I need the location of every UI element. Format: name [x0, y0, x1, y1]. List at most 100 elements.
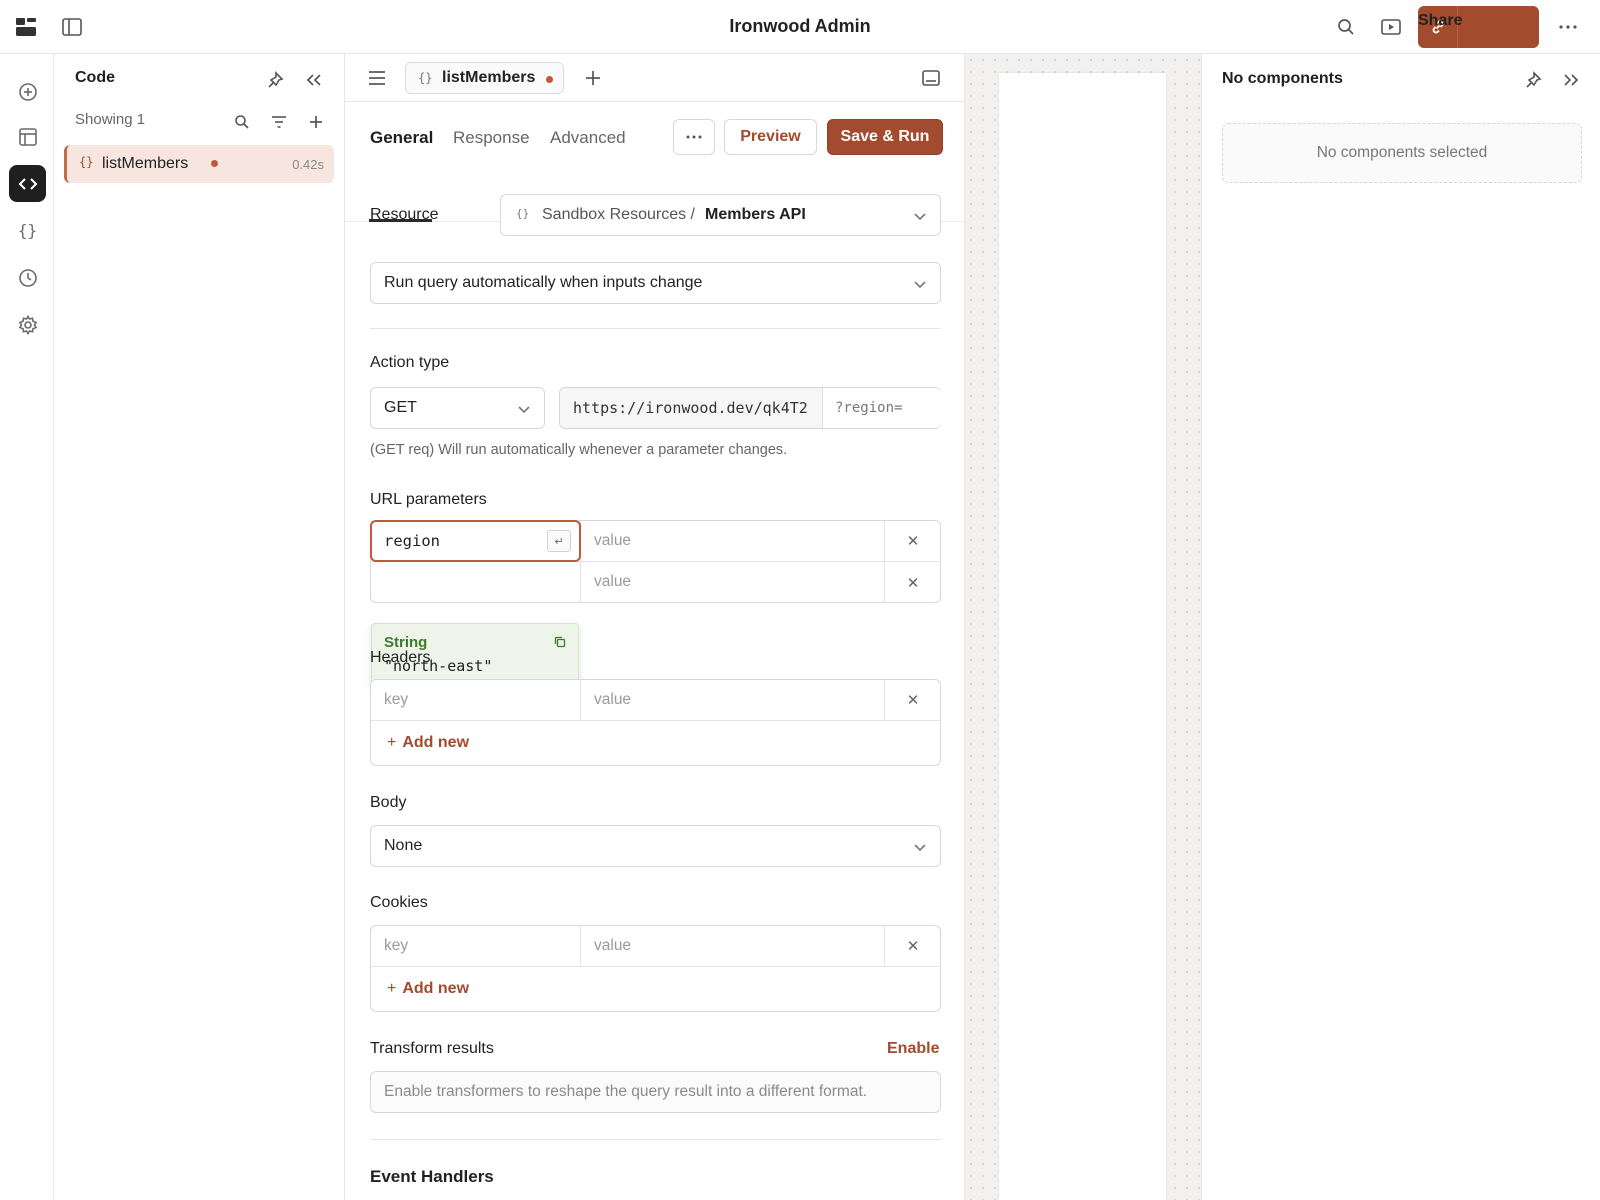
collapse-right-icon[interactable] — [1559, 68, 1583, 92]
pin-icon[interactable] — [1522, 68, 1546, 92]
param-value-input[interactable]: value — [581, 521, 885, 561]
new-tab-icon[interactable] — [581, 66, 605, 90]
tab-advanced[interactable]: Advanced — [550, 128, 626, 148]
transform-placeholder: Enable transformers to reshape the query… — [384, 1083, 868, 1100]
cookie-value-input[interactable]: value — [581, 926, 885, 966]
share-label[interactable]: Share — [1418, 12, 1462, 42]
filter-icon[interactable] — [267, 110, 291, 134]
preview-play-icon[interactable] — [1377, 13, 1405, 41]
run-mode-value: Run query automatically when inputs chan… — [384, 274, 703, 291]
resource-name: Members API — [705, 206, 806, 223]
body-type-value: None — [384, 837, 423, 854]
more-options-icon[interactable] — [1554, 13, 1582, 41]
action-help-text: (GET req) Will run automatically wheneve… — [370, 442, 788, 458]
remove-row-icon[interactable]: ✕ — [886, 680, 940, 720]
cookie-key-input[interactable]: key — [371, 926, 581, 966]
method-value: GET — [384, 399, 417, 416]
layout-icon[interactable] — [9, 118, 46, 155]
body-type-select[interactable]: None — [370, 825, 941, 867]
resource-prefix: Sandbox Resources / — [542, 206, 695, 223]
app-logo-icon[interactable] — [13, 13, 41, 41]
plus-icon: + — [387, 980, 397, 997]
param-key-input-focused[interactable]: region ↵ — [370, 520, 581, 562]
save-run-button[interactable]: Save & Run — [827, 119, 943, 155]
cookies-label: Cookies — [370, 894, 428, 911]
braces-icon[interactable]: {} — [9, 212, 46, 249]
url-parameters-label: URL parameters — [370, 491, 487, 508]
plus-icon: + — [387, 734, 397, 751]
unsaved-dot — [546, 76, 553, 83]
remove-row-icon[interactable]: ✕ — [886, 521, 940, 561]
search-icon[interactable] — [230, 110, 254, 134]
chevron-down-icon — [914, 839, 926, 857]
search-icon[interactable] — [1332, 13, 1360, 41]
table-row: value ✕ — [371, 562, 940, 603]
add-header-button[interactable]: + Add new — [387, 734, 469, 752]
history-icon[interactable] — [9, 259, 46, 296]
share-button[interactable]: Share — [1418, 6, 1539, 48]
action-type-label: Action type — [370, 354, 450, 371]
table-row: key value ✕ — [371, 680, 940, 721]
add-circle-icon[interactable] — [9, 73, 46, 110]
headers-label: Headers — [370, 649, 431, 666]
canvas-page[interactable] — [999, 73, 1166, 1200]
inspector-title: No components — [1222, 70, 1343, 87]
top-bar: Ironwood Admin Share — [0, 0, 1600, 54]
more-actions-button[interactable] — [673, 119, 715, 155]
remove-row-icon[interactable]: ✕ — [886, 562, 940, 603]
panel-bottom-icon[interactable] — [919, 66, 943, 90]
run-mode-select[interactable]: Run query automatically when inputs chan… — [370, 262, 941, 304]
collapse-left-icon[interactable] — [302, 68, 326, 92]
body-label: Body — [370, 794, 407, 811]
preview-button[interactable]: Preview — [724, 119, 817, 155]
url-input[interactable]: https://ironwood.dev/qk4T2 ?region= — [559, 387, 941, 429]
query-list-item[interactable]: {} listMembers 0.42s — [64, 145, 334, 183]
remove-row-icon[interactable]: ✕ — [886, 926, 940, 966]
divider — [370, 328, 941, 329]
resource-select[interactable]: {} Sandbox Resources / Members API — [500, 194, 941, 236]
unsaved-dot — [211, 160, 218, 167]
header-key-input[interactable]: key — [371, 680, 581, 720]
param-key-input[interactable] — [371, 562, 581, 603]
code-icon[interactable] — [9, 165, 46, 202]
enable-transform-link[interactable]: Enable — [887, 1040, 939, 1058]
value-placeholder: value — [594, 691, 632, 708]
showing-count: Showing 1 — [75, 111, 146, 128]
settings-icon[interactable] — [9, 306, 46, 343]
cookies-table: key value ✕ + Add new — [370, 925, 941, 1012]
url-value: https://ironwood.dev/qk4T2 — [573, 399, 808, 417]
pin-icon[interactable] — [264, 68, 288, 92]
method-select[interactable]: GET — [370, 387, 545, 429]
add-new-label: Add new — [402, 734, 470, 751]
editor-tabbar: {} listMembers — [345, 54, 964, 102]
add-query-icon[interactable] — [304, 110, 328, 134]
key-placeholder: key — [384, 937, 409, 954]
value-placeholder: value — [594, 937, 632, 954]
braces-icon: {} — [516, 207, 530, 220]
transform-input[interactable]: Enable transformers to reshape the query… — [370, 1071, 941, 1113]
file-tab-listmembers[interactable]: {} listMembers — [405, 62, 564, 94]
file-tab-name: listMembers — [442, 69, 536, 86]
query-braces-icon: {} — [79, 155, 94, 169]
param-value-input[interactable]: value — [581, 562, 885, 603]
menu-icon[interactable] — [365, 66, 389, 90]
chevron-down-icon — [914, 276, 926, 294]
sidebar-toggle-icon[interactable] — [58, 13, 86, 41]
divider — [370, 1139, 941, 1140]
copy-icon[interactable] — [554, 635, 566, 653]
chevron-down-icon — [914, 208, 926, 226]
query-runtime: 0.42s — [292, 157, 324, 172]
event-handlers-heading: Event Handlers — [370, 1167, 494, 1186]
param-key-value: region — [384, 532, 440, 550]
value-placeholder: value — [594, 573, 632, 590]
tab-response[interactable]: Response — [453, 128, 530, 148]
add-new-label: Add new — [402, 980, 470, 997]
tab-general[interactable]: General — [370, 128, 433, 148]
resource-label: Resource — [370, 206, 439, 223]
add-cookie-button[interactable]: + Add new — [387, 980, 469, 998]
app-canvas[interactable] — [965, 54, 1201, 1200]
url-query-suffix-cell: ?region= — [822, 388, 941, 428]
enter-key-icon[interactable]: ↵ — [547, 530, 571, 552]
header-value-input[interactable]: value — [581, 680, 885, 720]
braces-icon: {} — [418, 71, 433, 85]
